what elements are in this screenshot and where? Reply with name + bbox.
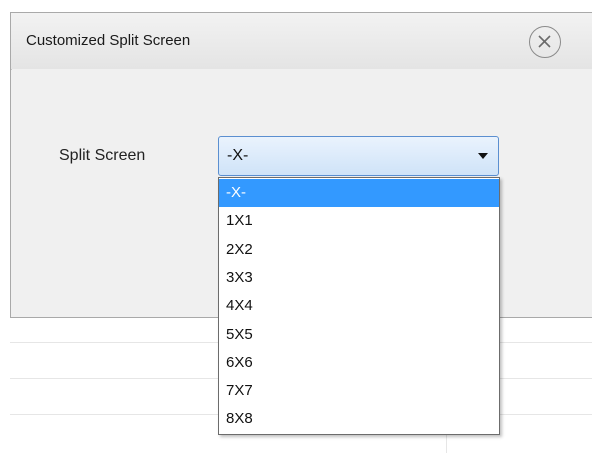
dropdown-option[interactable]: 1X1 <box>219 207 499 235</box>
dialog-title: Customized Split Screen <box>26 32 191 49</box>
split-screen-select[interactable]: -X- <box>218 136 499 176</box>
dropdown-option[interactable]: 5X5 <box>219 321 499 349</box>
dropdown-option[interactable]: 7X7 <box>219 377 499 405</box>
chevron-down-icon <box>478 153 488 159</box>
dropdown-option[interactable]: 3X3 <box>219 264 499 292</box>
dropdown-option[interactable]: 6X6 <box>219 349 499 377</box>
dropdown-option[interactable]: 4X4 <box>219 292 499 320</box>
dropdown-option[interactable]: -X- <box>219 179 499 207</box>
close-button[interactable] <box>529 26 561 58</box>
split-screen-select-value: -X- <box>227 147 249 164</box>
close-icon <box>538 35 551 48</box>
dialog-titlebar: Customized Split Screen <box>11 13 592 70</box>
split-screen-dropdown-list: -X- 1X1 2X2 3X3 4X4 5X5 6X6 7X7 8X8 <box>218 177 500 435</box>
split-screen-label: Split Screen <box>59 147 146 164</box>
dropdown-option[interactable]: 8X8 <box>219 405 499 433</box>
dropdown-option[interactable]: 2X2 <box>219 236 499 264</box>
